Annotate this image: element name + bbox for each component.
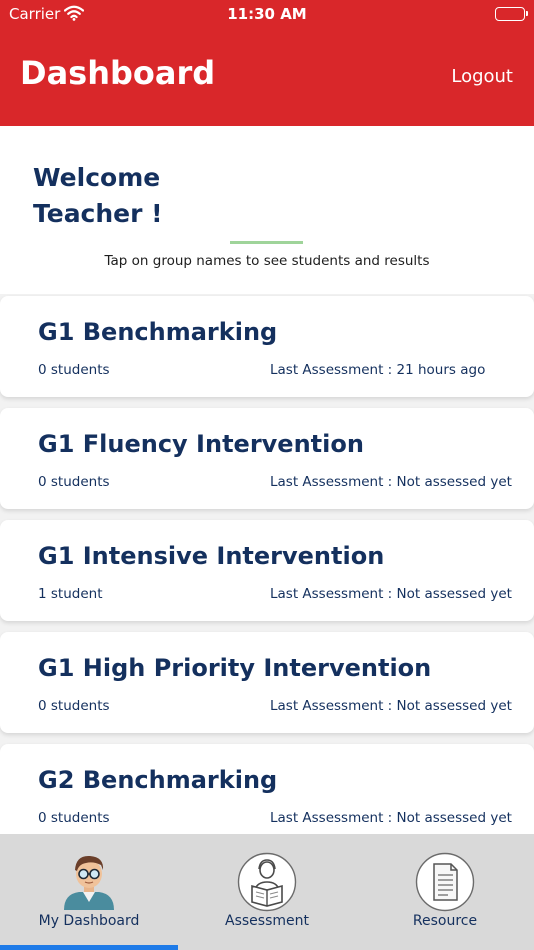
nav-bar: Dashboard Logout [0,28,534,126]
last-assessment: Last Assessment : Not assessed yet [270,474,512,490]
tab-my-dashboard[interactable]: My Dashboard [0,834,178,950]
group-card[interactable]: G2 Benchmarking 0 students Last Assessme… [0,744,534,834]
last-assessment: Last Assessment : 21 hours ago [270,362,486,378]
group-card[interactable]: G1 High Priority Intervention 0 students… [0,632,534,733]
document-icon [415,852,475,912]
student-count: 0 students [38,698,110,714]
tab-assessment[interactable]: Assessment [178,834,356,950]
welcome-divider [230,241,303,244]
group-card[interactable]: G1 Intensive Intervention 1 student Last… [0,520,534,621]
group-name[interactable]: G1 High Priority Intervention [38,654,431,682]
tab-resource[interactable]: Resource [356,834,534,950]
last-assessment: Last Assessment : Not assessed yet [270,810,512,826]
welcome-line-1: Welcome [33,163,161,192]
student-count: 0 students [38,474,110,490]
logout-button[interactable]: Logout [451,66,513,87]
student-reading-icon [237,852,297,912]
instruction-text: Tap on group names to see students and r… [104,253,430,269]
welcome-heading: Welcome Teacher ! [33,160,253,232]
tab-label: Assessment [225,913,309,929]
group-card[interactable]: G1 Fluency Intervention 0 students Last … [0,408,534,509]
page-title: Dashboard [20,54,216,92]
last-assessment: Last Assessment : Not assessed yet [270,586,512,602]
welcome-line-2: Teacher ! [33,199,163,228]
welcome-section: Welcome Teacher ! Tap on group names to … [0,126,534,294]
group-name[interactable]: G1 Intensive Intervention [38,542,384,570]
group-card[interactable]: G1 Benchmarking 0 students Last Assessme… [0,296,534,397]
group-name[interactable]: G1 Benchmarking [38,318,277,346]
teacher-avatar-icon [59,852,119,912]
tab-label: Resource [412,913,478,929]
last-assessment: Last Assessment : Not assessed yet [270,698,512,714]
selected-tab-indicator [0,945,178,950]
clock: 11:30 AM [227,5,307,23]
group-name[interactable]: G1 Fluency Intervention [38,430,364,458]
student-count: 0 students [38,362,110,378]
student-count: 1 student [38,586,103,602]
student-count: 0 students [38,810,110,826]
group-list[interactable]: G1 Benchmarking 0 students Last Assessme… [0,294,534,834]
tab-bar: My Dashboard Assessment Resource [0,834,534,950]
tab-label: My Dashboard [38,913,140,929]
status-bar: Carrier 11:30 AM [0,0,534,28]
battery-icon [495,7,528,21]
group-name[interactable]: G2 Benchmarking [38,766,277,794]
